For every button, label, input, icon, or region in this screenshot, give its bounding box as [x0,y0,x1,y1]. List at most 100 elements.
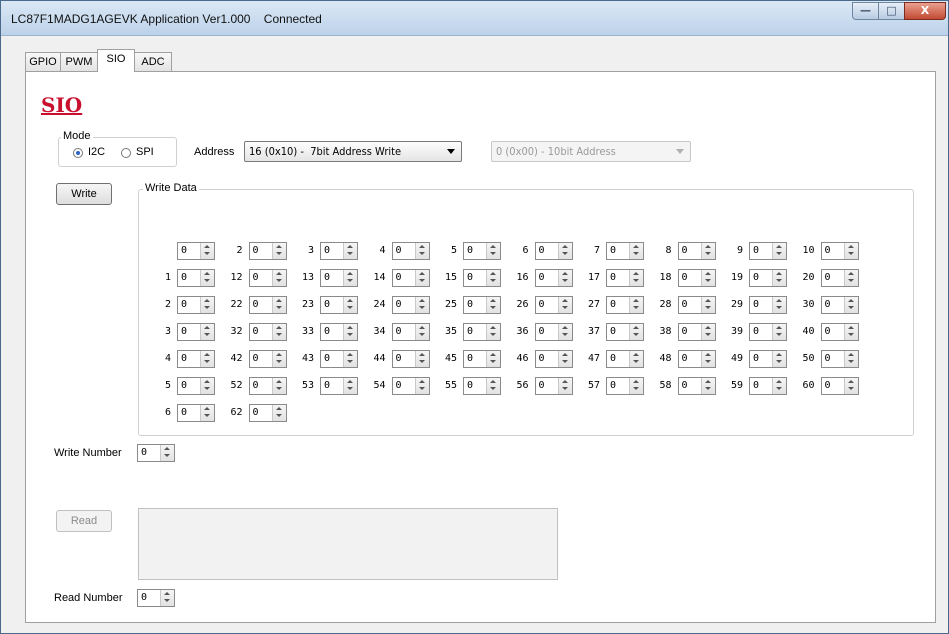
write-data-stepper[interactable]: 0 [320,323,358,341]
spinner-icon[interactable] [843,378,858,394]
write-data-stepper[interactable]: 0 [177,377,215,395]
spinner-icon[interactable] [629,297,643,313]
spinner-icon[interactable] [343,351,357,367]
write-data-stepper[interactable]: 0 [248,242,287,260]
write-data-stepper[interactable]: 0 [320,377,358,395]
spinner-icon[interactable] [557,297,572,313]
read-number-stepper[interactable]: 0 [137,589,175,607]
radio-spi[interactable] [121,148,131,158]
spinner-icon[interactable] [271,297,286,313]
write-data-stepper[interactable]: 0 [391,296,430,314]
spinner-icon[interactable] [843,324,858,340]
spinner-icon[interactable] [772,351,786,367]
write-data-stepper[interactable]: 0 [749,323,787,341]
spinner-icon[interactable] [557,243,572,259]
write-data-stepper[interactable]: 0 [534,323,573,341]
tab-gpio[interactable]: GPIO [25,52,61,71]
write-data-stepper[interactable]: 0 [749,296,787,314]
spinner-icon[interactable] [557,378,572,394]
spinner-icon[interactable] [772,297,786,313]
spinner-icon[interactable] [414,270,429,286]
spinner-icon[interactable] [486,324,500,340]
spinner-icon[interactable] [200,243,214,259]
write-data-stepper[interactable]: 0 [248,269,287,287]
spinner-icon[interactable] [271,351,286,367]
spinner-icon[interactable] [271,405,286,421]
write-data-stepper[interactable]: 0 [677,296,716,314]
write-data-stepper[interactable]: 0 [463,296,501,314]
write-data-stepper[interactable]: 0 [463,377,501,395]
write-data-stepper[interactable]: 0 [749,269,787,287]
write-data-stepper[interactable]: 0 [463,242,501,260]
write-number-stepper[interactable]: 0 [137,444,175,462]
write-data-stepper[interactable]: 0 [820,377,859,395]
write-data-stepper[interactable]: 0 [177,296,215,314]
spinner-icon[interactable] [843,297,858,313]
minimize-button[interactable]: — [852,2,879,20]
spinner-icon[interactable] [700,270,715,286]
spinner-icon[interactable] [772,378,786,394]
spinner-icon[interactable] [271,243,286,259]
spinner-icon[interactable] [200,324,214,340]
spinner-icon[interactable] [843,351,858,367]
spinner-icon[interactable] [557,351,572,367]
write-data-stepper[interactable]: 0 [820,269,859,287]
spinner-icon[interactable] [486,270,500,286]
write-data-stepper[interactable]: 0 [677,350,716,368]
write-data-stepper[interactable]: 0 [177,323,215,341]
write-data-stepper[interactable]: 0 [677,242,716,260]
spinner-icon[interactable] [414,297,429,313]
spinner-icon[interactable] [629,378,643,394]
close-button[interactable]: X [904,2,946,20]
write-data-stepper[interactable]: 0 [534,296,573,314]
write-data-stepper[interactable]: 0 [320,269,358,287]
write-data-stepper[interactable]: 0 [606,269,644,287]
write-data-stepper[interactable]: 0 [177,269,215,287]
write-data-stepper[interactable]: 0 [749,377,787,395]
write-data-stepper[interactable]: 0 [391,269,430,287]
spinner-icon[interactable] [200,351,214,367]
write-data-stepper[interactable]: 0 [534,350,573,368]
write-data-stepper[interactable]: 0 [534,269,573,287]
spinner-icon[interactable] [843,270,858,286]
spinner-icon[interactable] [700,324,715,340]
write-data-stepper[interactable]: 0 [463,323,501,341]
write-data-stepper[interactable]: 0 [248,377,287,395]
spinner-icon[interactable] [343,297,357,313]
spinner-icon[interactable] [772,324,786,340]
write-data-stepper[interactable]: 0 [248,404,287,422]
spinner-icon[interactable] [700,243,715,259]
write-data-stepper[interactable]: 0 [248,350,287,368]
write-data-stepper[interactable]: 0 [534,377,573,395]
spinner-icon[interactable] [700,378,715,394]
spinner-icon[interactable] [271,270,286,286]
spinner-icon[interactable] [414,243,429,259]
address-select[interactable]: 16 (0x10) - 7bit Address Write [244,141,462,162]
write-data-stepper[interactable]: 0 [820,323,859,341]
write-data-stepper[interactable]: 0 [391,323,430,341]
spinner-icon[interactable] [486,378,500,394]
spinner-icon[interactable] [557,270,572,286]
tab-sio[interactable]: SIO [97,49,135,72]
spinner-icon[interactable] [629,243,643,259]
write-data-stepper[interactable]: 0 [820,296,859,314]
write-data-stepper[interactable]: 0 [463,350,501,368]
spinner-icon[interactable] [343,324,357,340]
write-data-stepper[interactable]: 0 [320,350,358,368]
radio-i2c[interactable] [73,148,83,158]
write-data-stepper[interactable]: 0 [177,350,215,368]
write-data-stepper[interactable]: 0 [177,404,215,422]
spinner-icon[interactable] [414,351,429,367]
spinner-icon[interactable] [486,351,500,367]
spinner-icon[interactable] [557,324,572,340]
write-data-stepper[interactable]: 0 [320,242,358,260]
write-data-stepper[interactable]: 0 [677,377,716,395]
spinner-icon[interactable] [343,243,357,259]
tab-pwm[interactable]: PWM [60,52,98,71]
write-data-stepper[interactable]: 0 [391,350,430,368]
write-button[interactable]: Write [56,183,112,205]
spinner-icon[interactable] [772,243,786,259]
spinner-icon[interactable] [486,297,500,313]
write-data-stepper[interactable]: 0 [820,242,859,260]
write-data-stepper[interactable]: 0 [749,350,787,368]
